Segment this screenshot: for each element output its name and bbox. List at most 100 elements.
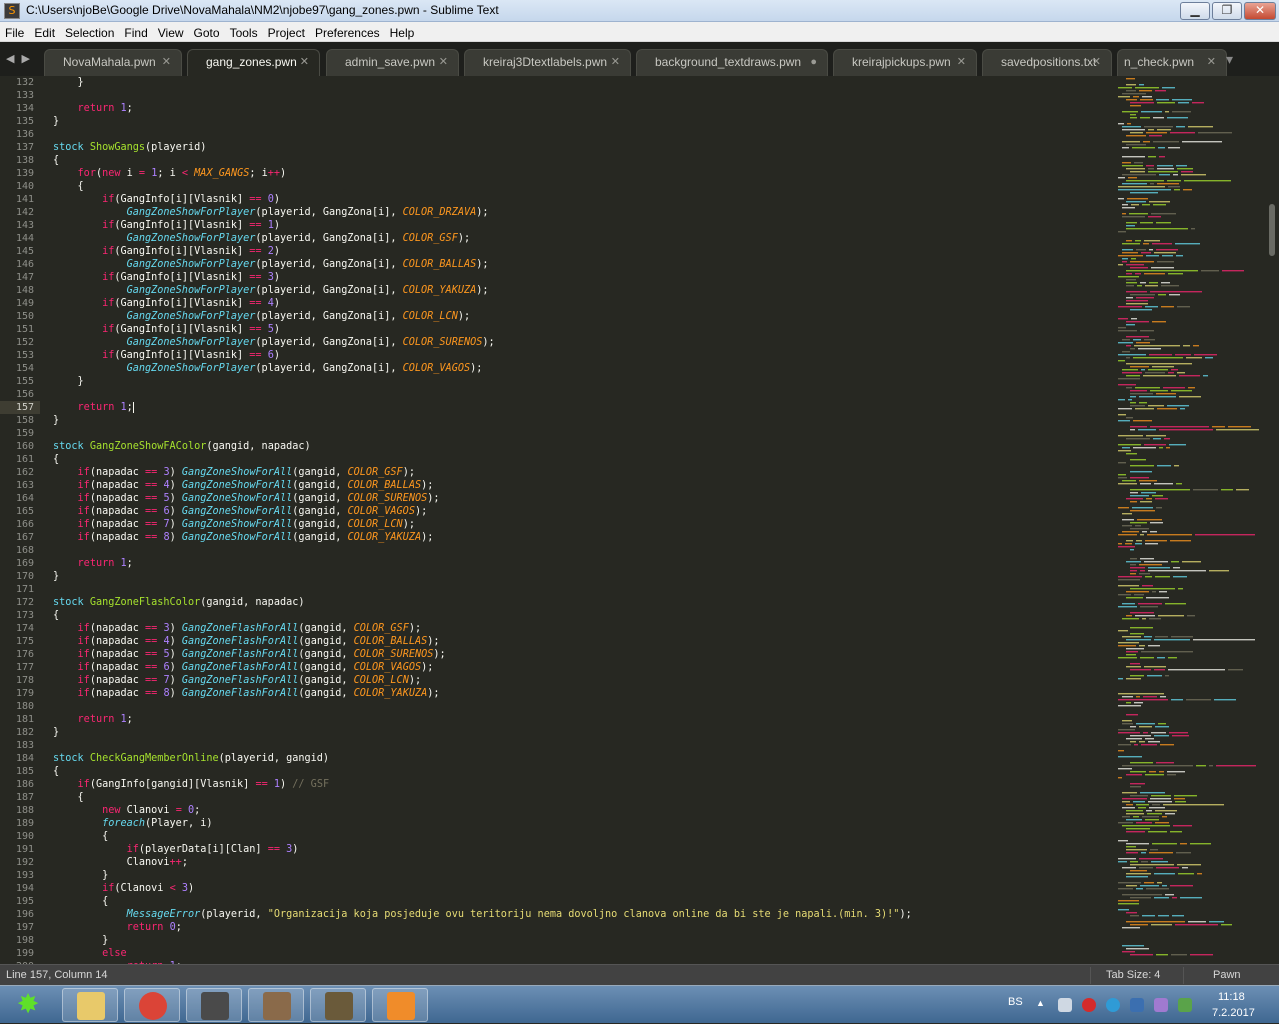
code-line[interactable]: } (53, 375, 1113, 388)
code-line[interactable]: Clanovi++; (53, 856, 1113, 869)
edge-icon[interactable] (1106, 998, 1120, 1012)
code-line[interactable]: if(GangInfo[i][Vlasnik] == 5) (53, 323, 1113, 336)
code-line[interactable]: } (53, 115, 1113, 128)
tab-close-icon[interactable]: ✕ (611, 50, 620, 75)
menu-selection[interactable]: Selection (60, 24, 119, 43)
code-line[interactable]: if(GangInfo[i][Vlasnik] == 1) (53, 219, 1113, 232)
menu-help[interactable]: Help (385, 24, 420, 43)
clock-date[interactable]: 7.2.2017 (1212, 1007, 1255, 1019)
code-line[interactable]: } (53, 570, 1113, 583)
code-line[interactable]: if(napadac == 8) GangZoneFlashForAll(gan… (53, 687, 1113, 700)
code-line[interactable]: { (53, 609, 1113, 622)
code-line[interactable]: GangZoneShowForPlayer(playerid, GangZona… (53, 206, 1113, 219)
code-line[interactable] (53, 128, 1113, 141)
tab-nav-arrows[interactable]: ◀▶ (6, 52, 37, 65)
code-line[interactable]: stock CheckGangMemberOnline(playerid, ga… (53, 752, 1113, 765)
pen-icon[interactable] (1154, 998, 1168, 1012)
code-line[interactable]: if(napadac == 8) GangZoneShowForAll(gang… (53, 531, 1113, 544)
show-hidden-icons-icon[interactable]: ▲ (1036, 998, 1045, 1008)
clock-time[interactable]: 11:18 (1218, 991, 1245, 1003)
taskbar-sublime[interactable] (186, 988, 242, 1022)
code-line[interactable] (53, 739, 1113, 752)
close-window-button[interactable]: ✕ (1244, 2, 1276, 20)
code-line[interactable]: if(GangInfo[gangid][Vlasnik] == 1) // GS… (53, 778, 1113, 791)
code-line[interactable]: { (53, 154, 1113, 167)
tab-size-selector[interactable]: Tab Size: 4 (1106, 969, 1160, 981)
menu-file[interactable]: File (0, 24, 29, 43)
code-line[interactable]: } (53, 869, 1113, 882)
code-line[interactable] (53, 700, 1113, 713)
code-line[interactable]: { (53, 895, 1113, 908)
code-line[interactable]: GangZoneShowForPlayer(playerid, GangZona… (53, 310, 1113, 323)
code-line[interactable]: stock ShowGangs(playerid) (53, 141, 1113, 154)
code-line[interactable]: if(GangInfo[i][Vlasnik] == 0) (53, 193, 1113, 206)
code-line[interactable]: GangZoneShowForPlayer(playerid, GangZona… (53, 258, 1113, 271)
code-line[interactable]: stock GangZoneShowFAColor(gangid, napada… (53, 440, 1113, 453)
code-line[interactable]: GangZoneShowForPlayer(playerid, GangZona… (53, 284, 1113, 297)
menu-project[interactable]: Project (263, 24, 310, 43)
code-line[interactable]: if(Clanovi < 3) (53, 882, 1113, 895)
tab-close-icon[interactable]: ✕ (439, 50, 448, 75)
code-line[interactable]: } (53, 414, 1113, 427)
minimap[interactable] (1114, 76, 1264, 964)
language-indicator[interactable]: BS (1008, 996, 1023, 1008)
code-line[interactable]: GangZoneShowForPlayer(playerid, GangZona… (53, 232, 1113, 245)
code-line[interactable]: return 1; (53, 713, 1113, 726)
vertical-scrollbar[interactable] (1266, 76, 1279, 964)
code-line[interactable] (53, 583, 1113, 596)
code-line[interactable] (53, 89, 1113, 102)
code-line[interactable]: if(napadac == 6) GangZoneFlashForAll(gan… (53, 661, 1113, 674)
code-line[interactable]: if(playerData[i][Clan] == 3) (53, 843, 1113, 856)
tab-close-icon[interactable]: ✕ (1207, 50, 1216, 75)
code-line[interactable]: if(napadac == 7) GangZoneFlashForAll(gan… (53, 674, 1113, 687)
tab-kreiraj3dtextlabels-pwn[interactable]: kreiraj3Dtextlabels.pwn ✕ (464, 49, 631, 76)
code-line[interactable]: return 1; (53, 557, 1113, 570)
code-line[interactable]: } (53, 726, 1113, 739)
code-line[interactable]: if(GangInfo[i][Vlasnik] == 2) (53, 245, 1113, 258)
code-line[interactable]: MessageError(playerid, "Organizacija koj… (53, 908, 1113, 921)
mega-icon[interactable] (1082, 998, 1096, 1012)
tab-novamahala-pwn[interactable]: NovaMahala.pwn ✕ (44, 49, 182, 76)
menu-view[interactable]: View (153, 24, 189, 43)
volume-icon[interactable] (1058, 998, 1072, 1012)
taskbar-chrome[interactable] (124, 988, 180, 1022)
menu-goto[interactable]: Goto (189, 24, 225, 43)
code-area[interactable]: } return 1;} stock ShowGangs(playerid){ f… (53, 76, 1113, 964)
code-line[interactable]: if(napadac == 7) GangZoneShowForAll(gang… (53, 518, 1113, 531)
code-line[interactable]: { (53, 180, 1113, 193)
code-line[interactable] (53, 427, 1113, 440)
tab-kreirajpickups-pwn[interactable]: kreirajpickups.pwn ✕ (833, 49, 977, 76)
tab-background-textdraws-pwn[interactable]: background_textdraws.pwn ● (636, 49, 828, 76)
tab-close-icon[interactable]: ✕ (162, 50, 171, 75)
scrollbar-thumb[interactable] (1269, 204, 1275, 256)
network-icon[interactable] (1130, 998, 1144, 1012)
code-line[interactable]: if(GangInfo[i][Vlasnik] == 6) (53, 349, 1113, 362)
code-line[interactable] (53, 388, 1113, 401)
maximize-button[interactable]: ❐ (1212, 2, 1242, 20)
code-line[interactable]: foreach(Player, i) (53, 817, 1113, 830)
tab-n-check-pwn[interactable]: n_check.pwn ✕ (1117, 49, 1227, 76)
tab-gang-zones-pwn[interactable]: gang_zones.pwn ✕ (187, 49, 320, 76)
code-line[interactable]: GangZoneShowForPlayer(playerid, GangZona… (53, 362, 1113, 375)
menu-find[interactable]: Find (119, 24, 152, 43)
code-line[interactable] (53, 544, 1113, 557)
code-line[interactable]: for(new i = 1; i < MAX_GANGS; i++) (53, 167, 1113, 180)
tab-close-icon[interactable]: ✕ (1092, 50, 1101, 75)
tab-close-icon[interactable]: ✕ (300, 50, 309, 75)
code-line[interactable]: if(napadac == 5) GangZoneShowForAll(gang… (53, 492, 1113, 505)
security-icon[interactable] (1178, 998, 1192, 1012)
menu-edit[interactable]: Edit (29, 24, 60, 43)
unsaved-dot-icon[interactable]: ● (810, 50, 817, 75)
code-line[interactable]: { (53, 453, 1113, 466)
code-line[interactable]: return 1; (53, 102, 1113, 115)
code-line[interactable]: return 1; (53, 401, 1113, 414)
code-editor[interactable]: 132 133 134 135 136 137 138 139 140 141 142 143 144 1… (0, 76, 1279, 964)
tab-savedpositions-txt[interactable]: savedpositions.txt ✕ (982, 49, 1112, 76)
code-line[interactable]: if(napadac == 3) GangZoneFlashForAll(gan… (53, 622, 1113, 635)
code-line[interactable]: if(napadac == 3) GangZoneShowForAll(gang… (53, 466, 1113, 479)
code-line[interactable]: if(GangInfo[i][Vlasnik] == 4) (53, 297, 1113, 310)
minimize-button[interactable]: ▁ (1180, 2, 1210, 20)
menu-tools[interactable]: Tools (225, 24, 263, 43)
code-line[interactable]: { (53, 791, 1113, 804)
code-line[interactable]: if(napadac == 4) GangZoneFlashForAll(gan… (53, 635, 1113, 648)
